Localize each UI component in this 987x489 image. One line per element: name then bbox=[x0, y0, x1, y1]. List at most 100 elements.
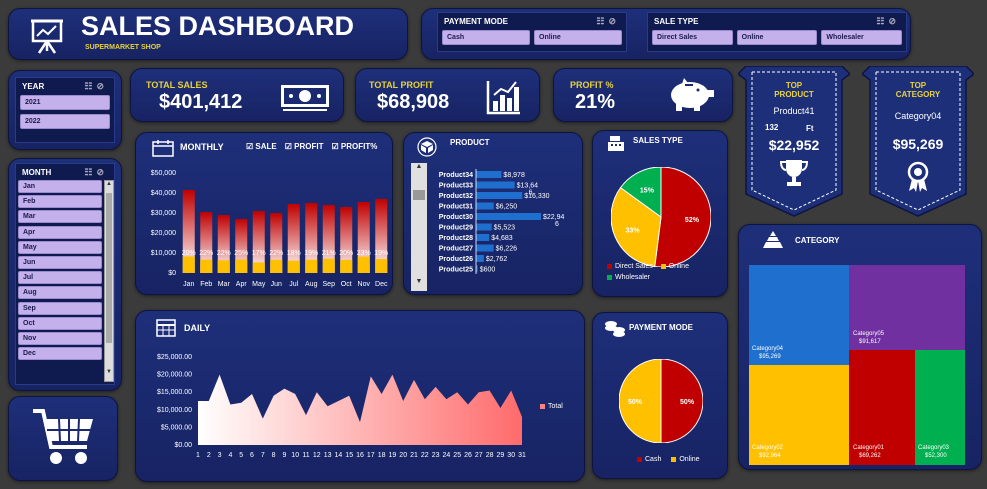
saletype-option-direct[interactable]: Direct Sales bbox=[652, 30, 733, 45]
top-category-badge: TOP CATEGORY Category04 $95,269 bbox=[862, 66, 974, 218]
legend-profit-pct[interactable]: ☑ PROFIT% bbox=[332, 142, 378, 151]
kpi-profit-pct: PROFIT % 21% bbox=[553, 68, 733, 122]
sales-type-slice[interactable] bbox=[654, 167, 711, 267]
month-scrollbar[interactable]: ▲ ▼ bbox=[104, 180, 114, 382]
profit-bar[interactable] bbox=[182, 256, 195, 273]
profit-bar[interactable] bbox=[340, 259, 353, 273]
profit-bar[interactable] bbox=[200, 259, 213, 273]
product-bar[interactable] bbox=[476, 171, 502, 178]
daily-xtick: 12 bbox=[313, 452, 321, 459]
product-bar[interactable] bbox=[476, 255, 484, 262]
product-bar[interactable] bbox=[476, 234, 490, 241]
scroll-thumb[interactable] bbox=[413, 190, 425, 200]
month-option-jul[interactable]: Jul bbox=[18, 271, 102, 285]
daily-legend: Total bbox=[540, 403, 563, 410]
treemap-cell-category02[interactable]: Category02 $92,964 bbox=[749, 365, 849, 465]
product-bar[interactable] bbox=[476, 223, 492, 231]
month-option-aug[interactable]: Aug bbox=[18, 286, 102, 300]
product-bar[interactable] bbox=[476, 213, 541, 220]
year-panel: YEAR ☷⊘ 2021 2022 bbox=[8, 70, 122, 150]
scroll-thumb[interactable] bbox=[106, 193, 112, 343]
legend-cash-label: Cash bbox=[645, 456, 662, 463]
month-option-mar[interactable]: Mar bbox=[18, 210, 102, 224]
month-option-jun[interactable]: Jun bbox=[18, 255, 102, 269]
scroll-up-icon[interactable]: ▲ bbox=[411, 163, 427, 170]
profit-bar[interactable] bbox=[252, 262, 265, 273]
profit-bar[interactable] bbox=[305, 259, 318, 273]
slicer-filter-icons[interactable]: ☷⊘ bbox=[876, 16, 900, 27]
profit-bar[interactable] bbox=[375, 259, 388, 273]
total-profit-value: $68,908 bbox=[377, 91, 450, 113]
month-option-dec[interactable]: Dec bbox=[18, 347, 102, 361]
treemap-cat01-name: Category01 bbox=[853, 445, 885, 451]
profit-bar[interactable] bbox=[357, 256, 370, 273]
daily-ytick: $25,000.00 bbox=[157, 354, 192, 361]
month-option-feb[interactable]: Feb bbox=[18, 195, 102, 209]
scroll-up-icon[interactable]: ▲ bbox=[105, 181, 113, 191]
payment-mode-slicer: PAYMENT MODE ☷⊘ Cash Online bbox=[437, 12, 627, 52]
monthly-chart: $0 $10,000 $20,000 $30,000 $40,000 $50,000 20%… bbox=[151, 170, 389, 288]
slicer-filter-icons[interactable]: ☷⊘ bbox=[84, 167, 108, 178]
daily-xtick: 17 bbox=[367, 452, 375, 459]
profit-bar[interactable] bbox=[322, 258, 335, 273]
treemap-cell-category05[interactable]: Category05 $91,617 bbox=[849, 265, 965, 350]
saletype-option-wholesaler[interactable]: Wholesaler bbox=[821, 30, 903, 45]
payment-option-cash[interactable]: Cash bbox=[442, 30, 530, 45]
profit-pct-label: 20% bbox=[339, 250, 353, 257]
daily-chart-title: DAILY bbox=[184, 323, 211, 333]
product-bar[interactable] bbox=[476, 244, 494, 252]
product-bar[interactable] bbox=[476, 181, 515, 189]
profit-pct-label: PROFIT % bbox=[570, 80, 614, 90]
payment-mode-slice-label: 50% bbox=[628, 399, 643, 406]
month-option-may[interactable]: May bbox=[18, 240, 102, 254]
saletype-option-online[interactable]: Online bbox=[736, 30, 818, 45]
product-scrollbar[interactable]: ▲ ▼ bbox=[411, 163, 427, 291]
profit-pct-label: 25% bbox=[234, 250, 248, 257]
profit-bar[interactable] bbox=[287, 260, 300, 273]
profit-bar[interactable] bbox=[270, 259, 283, 273]
product-label: Product28 bbox=[439, 235, 473, 242]
pyramid-icon bbox=[763, 231, 783, 248]
daily-area[interactable] bbox=[198, 374, 522, 445]
product-bar[interactable] bbox=[476, 192, 523, 199]
payment-option-online[interactable]: Online bbox=[534, 30, 622, 45]
legend-online: Online bbox=[660, 263, 689, 270]
treemap-cell-category01[interactable]: Category01 $69,262 bbox=[849, 350, 915, 465]
month-option-nov[interactable]: Nov bbox=[18, 331, 102, 345]
product-value-label: $13,64 bbox=[517, 183, 539, 190]
month-option-apr[interactable]: Apr bbox=[18, 225, 102, 239]
profit-bar[interactable] bbox=[217, 260, 230, 273]
legend-wholesaler-label: Wholesaler bbox=[615, 274, 651, 281]
daily-xtick: 9 bbox=[282, 452, 286, 459]
year-option-2022[interactable]: 2022 bbox=[20, 114, 110, 129]
daily-xtick: 28 bbox=[486, 452, 494, 459]
profit-pct-label: 20% bbox=[182, 250, 196, 257]
treemap-cell-category04[interactable]: Category04 $95,269 bbox=[749, 265, 849, 365]
product-value-label: $6,250 bbox=[496, 204, 518, 211]
category-panel: CATEGORY Category04 $95,269 Category05 $… bbox=[738, 224, 982, 470]
box-icon bbox=[417, 137, 437, 157]
sales-type-slice-label: 52% bbox=[685, 217, 700, 224]
scroll-down-icon[interactable]: ▼ bbox=[411, 278, 427, 285]
month-option-sep[interactable]: Sep bbox=[18, 301, 102, 315]
slicer-filter-icons[interactable]: ☷⊘ bbox=[84, 81, 108, 92]
slicer-filter-icons[interactable]: ☷⊘ bbox=[596, 16, 620, 27]
legend-sale[interactable]: ☑ SALE bbox=[246, 142, 277, 151]
checkbox-icon: ☑ bbox=[284, 142, 292, 151]
product-value-label: $4,683 bbox=[491, 235, 513, 242]
legend-profit[interactable]: ☑ PROFIT bbox=[285, 142, 324, 151]
month-option-jan[interactable]: Jan bbox=[18, 180, 102, 193]
monthly-ytick: $20,000 bbox=[151, 230, 176, 237]
scroll-down-icon[interactable]: ▼ bbox=[105, 369, 113, 379]
treemap-cell-category03[interactable]: Category03 $52,300 bbox=[915, 350, 965, 465]
checkbox-icon: ☑ bbox=[331, 142, 339, 151]
profit-bar[interactable] bbox=[235, 259, 248, 274]
month-option-oct[interactable]: Oct bbox=[18, 316, 102, 330]
year-option-2021[interactable]: 2021 bbox=[20, 95, 110, 110]
product-label: Product30 bbox=[439, 214, 473, 221]
monthly-legend: ☑ SALE ☑ PROFIT ☑ PROFIT% bbox=[246, 142, 377, 151]
monthly-ytick: $0 bbox=[168, 270, 176, 277]
product-bar[interactable] bbox=[476, 202, 494, 210]
treemap-cat05-value: $91,617 bbox=[859, 339, 881, 345]
piggy-bank-icon bbox=[671, 78, 714, 111]
